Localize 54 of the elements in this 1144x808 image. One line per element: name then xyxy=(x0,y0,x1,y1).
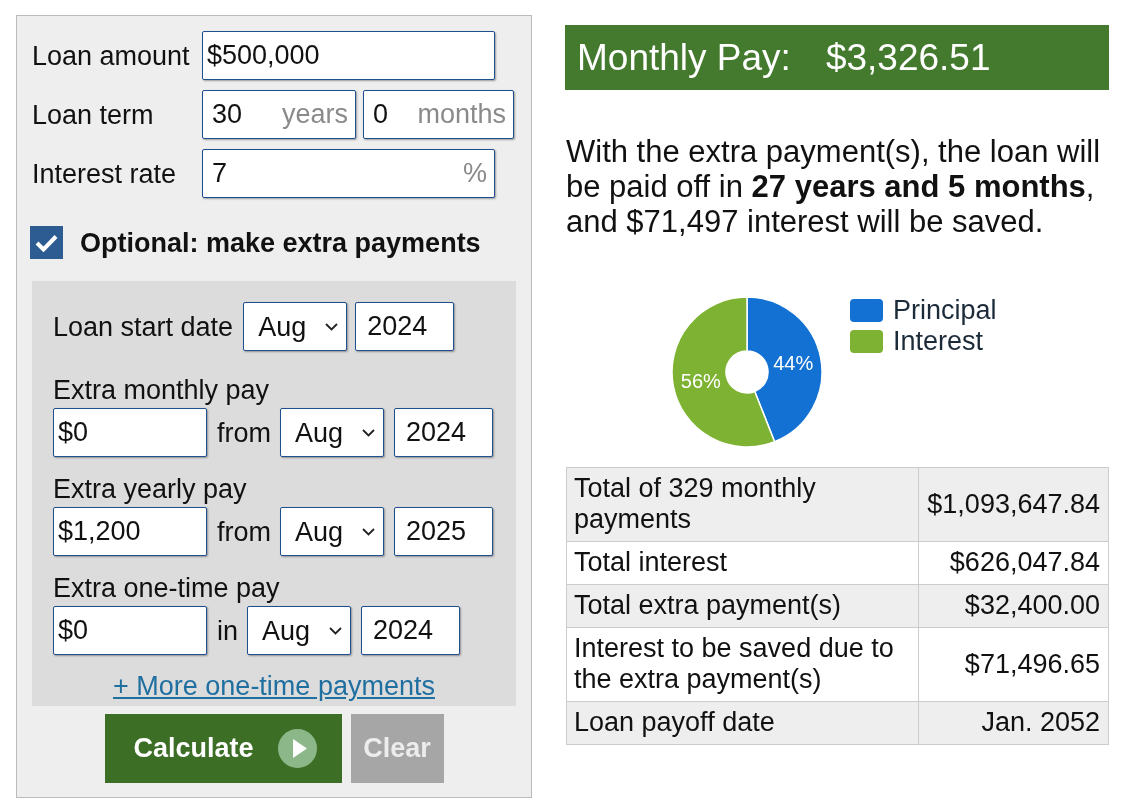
table-cell: Total of 329 monthly payments xyxy=(566,467,919,542)
legend-label: Principal xyxy=(893,295,997,326)
table-cell: $626,047.84 xyxy=(918,541,1109,585)
field-label: Extra one-time pay xyxy=(53,573,281,603)
monthly-pay-value: $3,326.51 xyxy=(825,36,991,79)
year-field[interactable]: 2024 xyxy=(355,302,455,351)
amount-field[interactable]: $0 xyxy=(53,606,207,655)
legend-swatch-icon xyxy=(850,299,883,322)
table-cell: Total interest xyxy=(566,541,919,585)
field-label: from xyxy=(217,417,271,448)
chevron-icon xyxy=(325,322,339,331)
monthly-pay-label: Monthly Pay: xyxy=(577,36,791,79)
table-cell: $32,400.00 xyxy=(918,584,1109,628)
year-field[interactable]: 2024 xyxy=(361,606,460,655)
field-label: Loan amount xyxy=(32,40,191,71)
chevron-icon xyxy=(362,527,375,536)
loan-amount-field[interactable]: $500,000 xyxy=(202,31,495,80)
field-label: in xyxy=(217,615,238,646)
table-cell: $71,496.65 xyxy=(918,627,1109,702)
year-field[interactable]: 2024 xyxy=(394,408,493,457)
amount-field[interactable]: $0 xyxy=(53,408,207,457)
table-cell: Loan payoff date xyxy=(566,701,919,745)
play-icon xyxy=(277,729,317,768)
checkmark-icon xyxy=(35,233,58,252)
chevron-icon xyxy=(362,428,375,437)
month-select[interactable]: Aug xyxy=(280,408,384,457)
legend-swatch-icon xyxy=(850,330,883,353)
checkbox[interactable] xyxy=(30,226,63,259)
month-select[interactable]: Aug xyxy=(243,302,348,351)
field-label: Interest rate xyxy=(32,158,178,189)
field-label: from xyxy=(217,516,271,547)
amount-field[interactable]: $1,200 xyxy=(53,507,207,556)
year-field[interactable]: 2025 xyxy=(394,507,493,556)
table-cell: Jan. 2052 xyxy=(918,701,1109,745)
table-cell: Interest to be saved due to the extra payment(s) xyxy=(566,627,919,702)
field-label: Extra yearly pay xyxy=(53,474,248,504)
month-select[interactable]: Aug xyxy=(247,606,351,655)
summary-text: With the extra payment(s), the loan will be paid off in 27 years and 5 months, and $71,497 interest will be saved. xyxy=(566,134,1102,239)
chevron-icon xyxy=(329,626,342,635)
unit-label: % xyxy=(463,159,487,188)
legend-label: Interest xyxy=(893,326,984,357)
unit-label: months xyxy=(417,100,506,129)
calculate-button[interactable]: Calculate xyxy=(104,714,342,783)
field-label: Loan term xyxy=(32,99,155,130)
field-label: Loan start date xyxy=(53,311,234,342)
table-cell: $1,093,647.84 xyxy=(918,467,1109,542)
data-label: 44% xyxy=(773,352,814,375)
data-label: 56% xyxy=(680,369,721,392)
field-label: Extra monthly pay xyxy=(53,375,271,405)
month-select[interactable]: Aug xyxy=(280,507,384,556)
more-payments-link[interactable]: + More one-time payments xyxy=(113,671,435,701)
table-cell: Total extra payment(s) xyxy=(566,584,919,628)
checkbox-label: Optional: make extra payments xyxy=(80,227,481,258)
unit-label: years xyxy=(281,100,348,129)
